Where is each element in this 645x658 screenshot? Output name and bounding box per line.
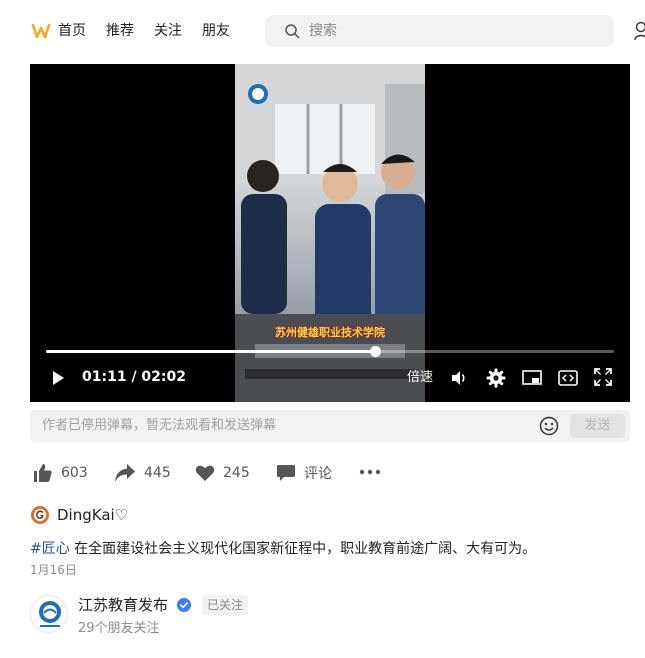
favorite-count: 245 [223, 465, 250, 481]
web-fullscreen-icon[interactable] [558, 369, 578, 387]
comment-button[interactable]: 评论 [276, 461, 332, 485]
author-avatar[interactable] [30, 505, 50, 525]
user-icon[interactable] [634, 20, 645, 42]
comment-label: 评论 [304, 466, 332, 482]
favorite-button[interactable]: 245 [195, 461, 250, 485]
progress-fill [46, 350, 376, 353]
time-display: 01:11 / 02:02 [82, 369, 186, 385]
verified-badge-icon [177, 598, 191, 612]
nav-friends[interactable]: 朋友 [202, 21, 230, 41]
send-danmaku-button[interactable]: 发送 [570, 414, 625, 438]
volume-icon[interactable] [450, 369, 468, 387]
video-description: #匠心 在全面建设社会主义现代化国家新征程中，职业教育前途广阔、大有可为。 [30, 539, 630, 559]
danmaku-disabled-notice: 作者已停用弹幕，暂无法观看和发送弹幕 [42, 418, 277, 433]
share-button[interactable]: 445 [114, 461, 171, 485]
speed-button[interactable]: 倍速 [407, 370, 433, 386]
share-count: 445 [144, 465, 171, 481]
video-subtitle: 苏州健雄职业技术学院 [275, 326, 385, 339]
fullscreen-icon[interactable] [594, 368, 612, 386]
comment-icon [277, 465, 295, 481]
picture-in-picture-icon[interactable] [522, 369, 542, 387]
hashtag-link[interactable]: #匠心 [30, 541, 70, 557]
nav-recommend[interactable]: 推荐 [106, 21, 134, 41]
post-date: 1月16日 [30, 563, 77, 577]
emoji-icon[interactable] [539, 416, 559, 436]
danmaku-bar: 作者已停用弹幕，暂无法观看和发送弹幕 发送 [30, 410, 630, 442]
progress-bar[interactable] [46, 346, 614, 357]
description-text: 在全面建设社会主义现代化国家新征程中，职业教育前途广阔、大有可为。 [69, 541, 537, 557]
like-button[interactable]: 603 [33, 461, 88, 485]
search-input[interactable] [309, 21, 589, 41]
play-icon[interactable] [51, 370, 65, 386]
app-logo-icon[interactable] [31, 21, 51, 41]
friends-following-count: 29个朋友关注 [78, 621, 160, 636]
more-options-icon[interactable] [358, 462, 382, 482]
jiangsu-education-logo [39, 601, 61, 627]
author-name[interactable]: DingKai♡ [57, 505, 128, 525]
like-count: 603 [61, 465, 88, 481]
account-name[interactable]: 江苏教育发布 [78, 595, 168, 615]
top-nav: 首页 推荐 关注 朋友 [0, 0, 645, 62]
share-arrow-icon [115, 464, 135, 482]
search-box[interactable] [265, 15, 614, 47]
account-avatar[interactable] [30, 595, 68, 633]
nav-following[interactable]: 关注 [154, 21, 182, 41]
followed-button[interactable]: 已关注 [202, 595, 249, 615]
thumbs-up-icon [34, 464, 52, 482]
search-icon[interactable] [284, 23, 300, 39]
nav-home[interactable]: 首页 [58, 21, 86, 41]
video-player[interactable]: 苏州健雄职业技术学院 01:11 / 02:02 倍速 [30, 64, 630, 402]
heart-icon [195, 465, 215, 481]
settings-gear-icon[interactable] [486, 368, 506, 388]
